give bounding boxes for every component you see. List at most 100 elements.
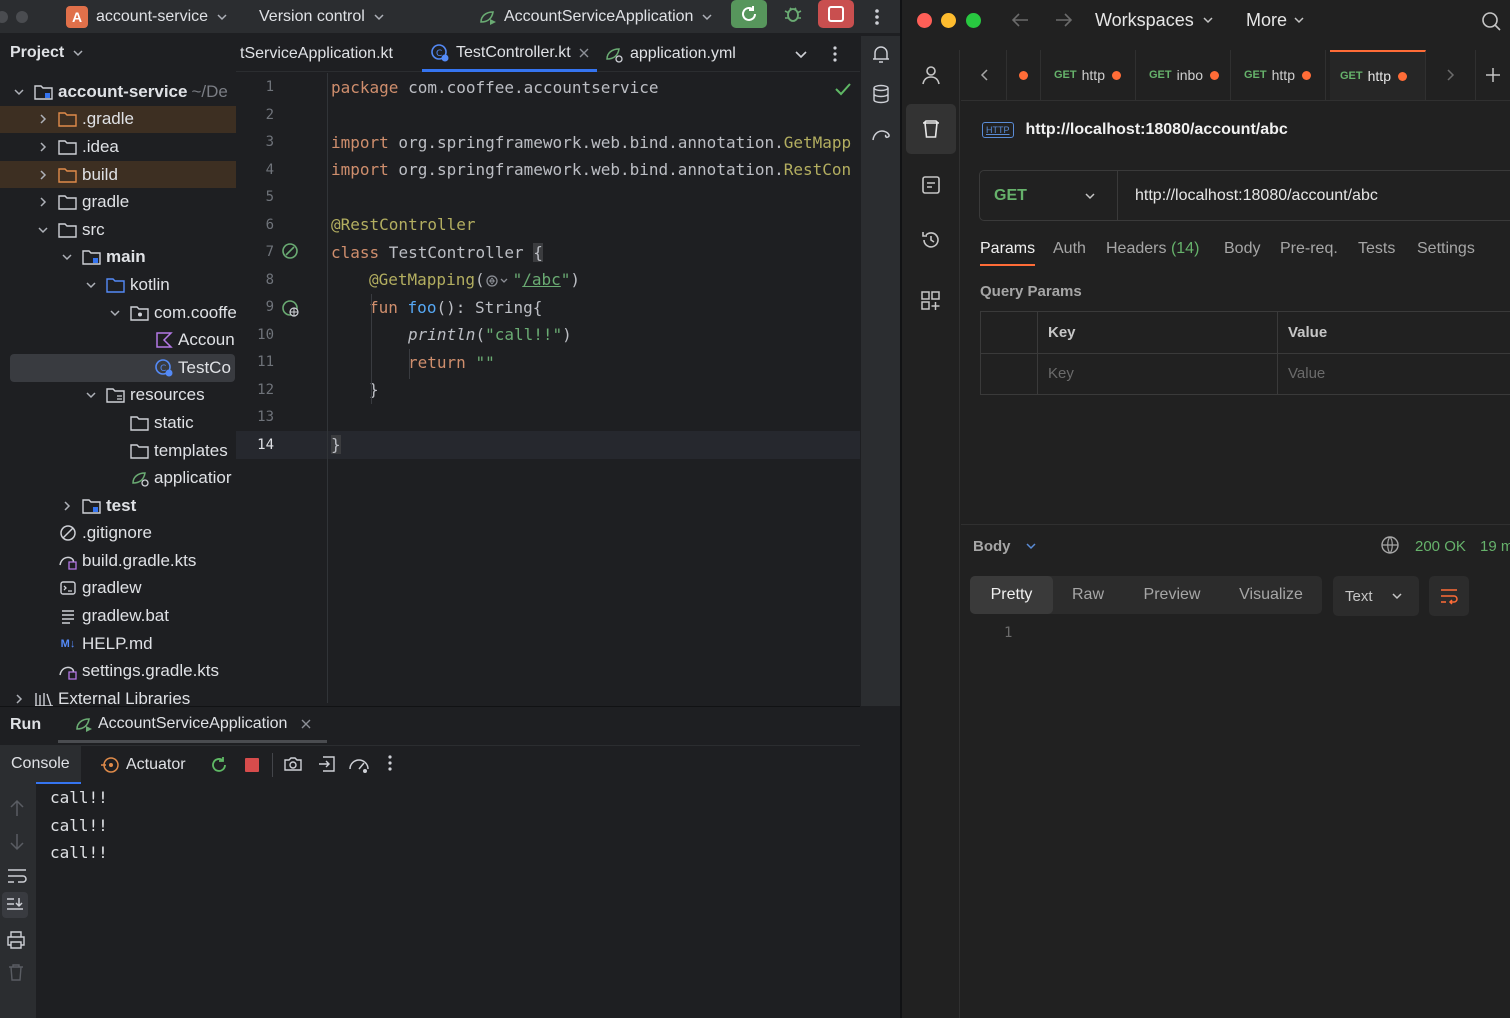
endpoint-gutter-icon[interactable]: [280, 298, 302, 320]
response-body-menu[interactable]: Body: [973, 534, 1037, 558]
run-config-tab[interactable]: AccountServiceApplication: [58, 707, 328, 743]
tab-settings[interactable]: Settings: [1417, 240, 1475, 258]
request-title[interactable]: http://localhost:18080/account/abc: [1026, 121, 1288, 139]
arrow-down-icon[interactable]: [8, 832, 26, 852]
tabs-scroll-left[interactable]: [961, 50, 1007, 100]
tab-test-controller[interactable]: C TestController.kt: [422, 36, 597, 72]
tab-auth[interactable]: Auth: [1053, 240, 1086, 258]
request-tab-active[interactable]: GET http: [1330, 50, 1426, 100]
url-link-icon[interactable]: [485, 273, 513, 289]
rerun-icon[interactable]: [208, 754, 230, 776]
search-icon[interactable]: [1480, 10, 1502, 32]
more-actions-button[interactable]: [872, 0, 882, 34]
code-editor[interactable]: package com.cooffee.accountservice impor…: [331, 73, 859, 703]
tab-prereq[interactable]: Pre-req.: [1280, 240, 1338, 258]
camera-icon[interactable]: [283, 754, 303, 774]
exit-icon[interactable]: [317, 754, 337, 774]
param-key-input[interactable]: Key: [1048, 353, 1268, 394]
traffic-light[interactable]: [0, 11, 8, 23]
notifications-icon[interactable]: [871, 44, 891, 64]
sidebar-item-history[interactable]: [906, 215, 956, 265]
tree-item-account-app[interactable]: Accoun: [0, 326, 236, 354]
tree-item-gradlew-bat[interactable]: gradlew.bat: [0, 602, 236, 630]
request-tab[interactable]: GET http: [1231, 50, 1326, 100]
tab-account-service-application[interactable]: tServiceApplication.kt: [240, 36, 393, 72]
tree-item-resources[interactable]: resources: [0, 382, 236, 410]
tab-tests[interactable]: Tests: [1358, 240, 1395, 258]
chevron-right-icon[interactable]: [34, 138, 52, 156]
tree-item-kotlin[interactable]: kotlin: [0, 271, 236, 299]
method-select[interactable]: GET: [980, 171, 1118, 220]
gradle-tool-icon[interactable]: [871, 124, 893, 144]
soft-wrap-icon[interactable]: [6, 866, 28, 886]
workspaces-menu[interactable]: Workspaces: [1095, 0, 1214, 40]
tree-item-build[interactable]: build: [0, 160, 236, 189]
version-control-menu[interactable]: Version control: [259, 0, 385, 34]
tabs-more-button[interactable]: [831, 36, 839, 72]
tab-application-yml[interactable]: application.yml: [604, 36, 736, 72]
sidebar-item-collections[interactable]: [906, 104, 956, 154]
view-preview-button[interactable]: Preview: [1131, 576, 1213, 614]
minimize-window-button[interactable]: [941, 13, 956, 28]
chevron-down-icon[interactable]: [10, 83, 28, 101]
globe-icon[interactable]: [1380, 535, 1400, 555]
tab-actuator[interactable]: Actuator: [100, 746, 186, 784]
tab-console[interactable]: Console: [0, 746, 81, 784]
response-status[interactable]: 200 OK: [1415, 534, 1466, 558]
stop-icon[interactable]: [243, 756, 261, 774]
tree-item-help-md[interactable]: M↓ HELP.md: [0, 630, 236, 658]
view-pretty-button[interactable]: Pretty: [970, 576, 1053, 614]
chevron-down-icon[interactable]: [34, 221, 52, 239]
wrap-lines-button[interactable]: [1429, 576, 1469, 616]
tree-item-account-service[interactable]: account-service ~/De: [0, 78, 236, 106]
project-panel-header[interactable]: Project: [0, 36, 236, 70]
code-url-path[interactable]: /abc: [522, 270, 561, 289]
run-config-selector[interactable]: AccountServiceApplication: [478, 0, 713, 34]
sidebar-item-environments[interactable]: [906, 160, 956, 210]
inspection-ok-icon[interactable]: [834, 82, 852, 96]
close-icon[interactable]: [579, 48, 589, 58]
sidebar-item-account[interactable]: [906, 50, 956, 100]
tab-params[interactable]: Params: [980, 240, 1036, 266]
rerun-button[interactable]: [731, 0, 767, 28]
tree-item-settings-gradle-kts[interactable]: settings.gradle.kts: [0, 657, 236, 685]
tree-item-build-gradle-kts[interactable]: build.gradle.kts: [0, 547, 236, 575]
response-time[interactable]: 19 m: [1480, 534, 1510, 558]
spring-bean-gutter-icon[interactable]: [280, 241, 302, 263]
chevron-right-icon[interactable]: [34, 193, 52, 211]
chevron-down-icon[interactable]: [58, 248, 76, 266]
tree-item-gradle[interactable]: gradle: [0, 188, 236, 216]
tab-headers[interactable]: Headers (14): [1106, 240, 1199, 258]
database-icon[interactable]: [871, 84, 891, 104]
new-tab-button[interactable]: [1476, 50, 1510, 100]
tree-item-gradle-dir[interactable]: .gradle: [0, 105, 236, 134]
debug-button[interactable]: [775, 0, 811, 28]
trash-icon[interactable]: [6, 962, 26, 982]
tree-item-application-yml[interactable]: applicatior: [0, 464, 236, 492]
tab-unsaved[interactable]: [1007, 50, 1041, 100]
chevron-right-icon[interactable]: [34, 166, 52, 184]
scroll-to-end-button[interactable]: [2, 892, 28, 918]
request-tab[interactable]: GET http: [1041, 50, 1136, 100]
more-menu[interactable]: More: [1246, 0, 1305, 40]
forward-arrow-icon[interactable]: [1054, 11, 1074, 29]
sidebar-item-add-apps[interactable]: [906, 276, 956, 326]
arrow-up-icon[interactable]: [8, 798, 26, 818]
tree-item-gradlew[interactable]: gradlew: [0, 575, 236, 603]
profiler-icon[interactable]: [348, 754, 370, 774]
url-input[interactable]: http://localhost:18080/account/abc: [1135, 171, 1378, 220]
chevron-down-icon[interactable]: [82, 276, 100, 294]
tree-item-templates[interactable]: templates: [0, 437, 236, 465]
stop-button[interactable]: [818, 0, 854, 28]
tree-item-gitignore[interactable]: .gitignore: [0, 520, 236, 548]
tabs-dropdown-button[interactable]: [794, 36, 808, 72]
vertical-dots-icon[interactable]: [386, 754, 394, 772]
tree-item-test-controller[interactable]: C TestCo: [10, 353, 235, 382]
format-select[interactable]: Text: [1333, 576, 1419, 616]
request-tab[interactable]: GET inbo: [1136, 50, 1231, 100]
view-visualize-button[interactable]: Visualize: [1226, 576, 1316, 614]
chevron-right-icon[interactable]: [34, 110, 52, 128]
tabs-scroll-right[interactable]: [1426, 50, 1476, 100]
tree-item-package[interactable]: com.cooffe: [0, 299, 236, 327]
tree-item-src[interactable]: src: [0, 216, 236, 244]
